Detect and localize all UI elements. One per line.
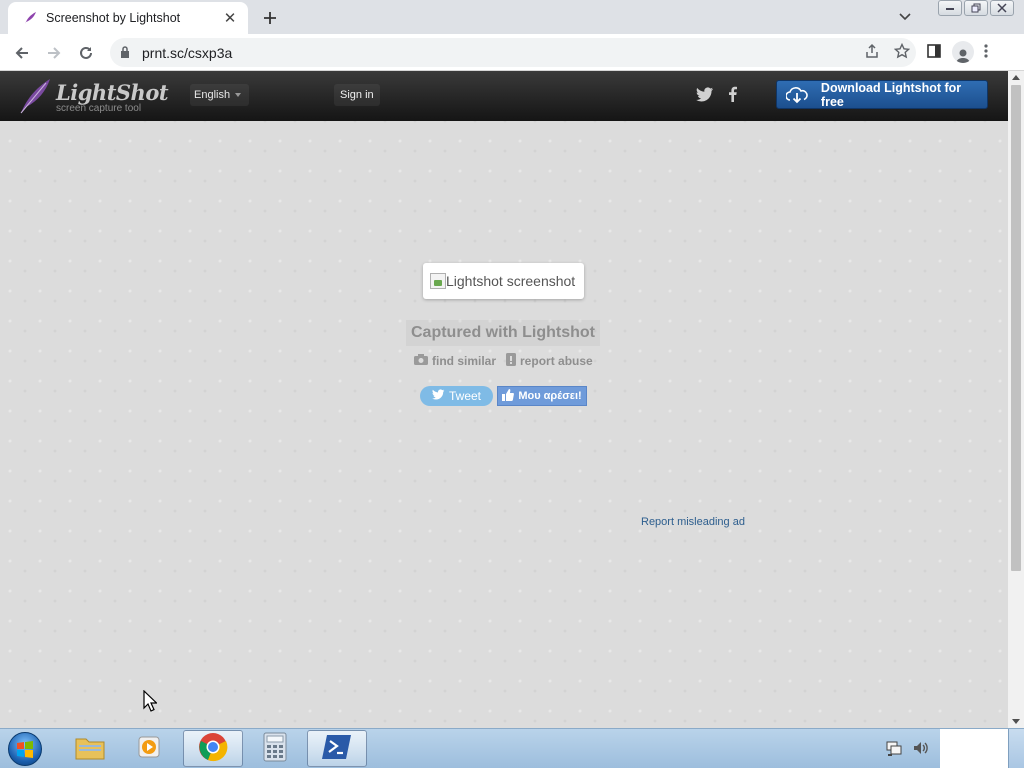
media-player-button[interactable] [120, 730, 180, 767]
forward-arrow-icon[interactable] [42, 41, 66, 65]
signin-button[interactable]: Sign in [334, 84, 380, 106]
scroll-up-arrow-icon[interactable] [1012, 75, 1020, 80]
volume-icon[interactable] [912, 739, 930, 760]
new-tab-button[interactable] [260, 8, 280, 28]
folder-icon [74, 733, 106, 764]
network-icon[interactable] [886, 739, 904, 760]
reload-icon[interactable] [74, 41, 98, 65]
page-viewport: LightShot screen capture tool English Si… [0, 71, 1008, 728]
logo-name: LightShot [56, 79, 169, 105]
twitter-icon[interactable] [696, 86, 714, 105]
lightshot-logo[interactable]: LightShot screen capture tool [18, 77, 169, 118]
find-similar-label: find similar [432, 354, 497, 368]
download-label: Download Lightshot for free [820, 80, 962, 109]
windows-logo-icon [8, 732, 42, 766]
camera-icon [414, 354, 428, 368]
download-icon [785, 86, 809, 104]
captured-caption: Captured with Lightshot [406, 320, 600, 346]
scroll-down-arrow-icon[interactable] [1012, 719, 1020, 724]
lock-icon[interactable] [120, 46, 132, 60]
calculator-button[interactable] [245, 730, 305, 767]
chevron-down-icon [235, 93, 242, 97]
site-header: LightShot screen capture tool English Si… [0, 71, 1008, 121]
calculator-icon [263, 732, 287, 765]
scrollbar-thumb[interactable] [1011, 85, 1021, 571]
close-icon[interactable]: ✕ [222, 10, 238, 27]
flag-icon [506, 353, 517, 369]
address-bar[interactable]: prnt.sc/csxp3a [110, 38, 916, 67]
image-actions: find similar report abuse [414, 353, 593, 369]
powershell-button[interactable] [307, 730, 367, 767]
more-menu-icon[interactable] [984, 43, 988, 62]
back-arrow-icon[interactable] [10, 41, 34, 65]
screenshot-alt-text: Lightshot screenshot [446, 273, 576, 289]
chevron-down-icon[interactable] [896, 8, 914, 26]
thumbs-up-icon [502, 388, 515, 404]
restore-button[interactable] [964, 0, 988, 16]
file-explorer-button[interactable] [60, 730, 120, 767]
tweet-button[interactable]: Tweet [420, 386, 493, 406]
report-abuse-label: report abuse [520, 354, 593, 368]
facebook-like-button[interactable]: Μου αρέσει! [497, 386, 587, 406]
url-text: prnt.sc/csxp3a [142, 44, 233, 61]
screenshot-image[interactable]: Lightshot screenshot [423, 263, 584, 299]
powershell-icon [322, 734, 352, 763]
like-label: Μου αρέσει! [518, 390, 582, 402]
system-tray [886, 739, 930, 760]
minimize-button[interactable] [938, 0, 962, 16]
find-similar-link[interactable]: find similar [414, 354, 496, 368]
share-icon[interactable] [864, 43, 880, 62]
tweet-label: Tweet [448, 389, 481, 403]
feather-icon [18, 77, 52, 118]
chrome-icon [198, 732, 228, 765]
close-window-button[interactable] [990, 0, 1014, 16]
logo-tagline: screen capture tool [56, 102, 142, 114]
clock-area[interactable] [940, 729, 1008, 768]
browser-tab[interactable]: Screenshot by Lightshot ✕ [8, 2, 248, 34]
side-panel-icon[interactable] [926, 43, 942, 62]
star-icon[interactable] [893, 42, 911, 62]
language-selector[interactable]: English [190, 84, 250, 106]
mouse-cursor-icon [143, 689, 158, 715]
twitter-bird-icon [431, 389, 445, 403]
page-scrollbar[interactable] [1008, 71, 1024, 728]
chrome-taskbar-button[interactable] [183, 730, 243, 767]
report-abuse-link[interactable]: report abuse [506, 353, 593, 369]
start-button[interactable] [6, 731, 44, 767]
language-label: English [194, 89, 231, 101]
tab-title: Screenshot by Lightshot [46, 11, 181, 25]
facebook-icon[interactable] [728, 86, 737, 105]
media-player-icon [136, 733, 164, 764]
window-controls [938, 0, 1014, 16]
lightshot-feather-icon [22, 10, 38, 26]
broken-image-icon [430, 273, 446, 289]
show-desktop-button[interactable] [1008, 729, 1024, 768]
tab-strip: Screenshot by Lightshot ✕ [0, 0, 1024, 34]
taskbar [0, 728, 1024, 768]
browser-toolbar: prnt.sc/csxp3a [0, 34, 1024, 71]
download-button[interactable]: Download Lightshot for free [776, 80, 988, 109]
profile-avatar[interactable] [952, 41, 974, 63]
social-links [696, 86, 737, 105]
report-misleading-ad-link[interactable]: Report misleading ad [641, 516, 745, 528]
